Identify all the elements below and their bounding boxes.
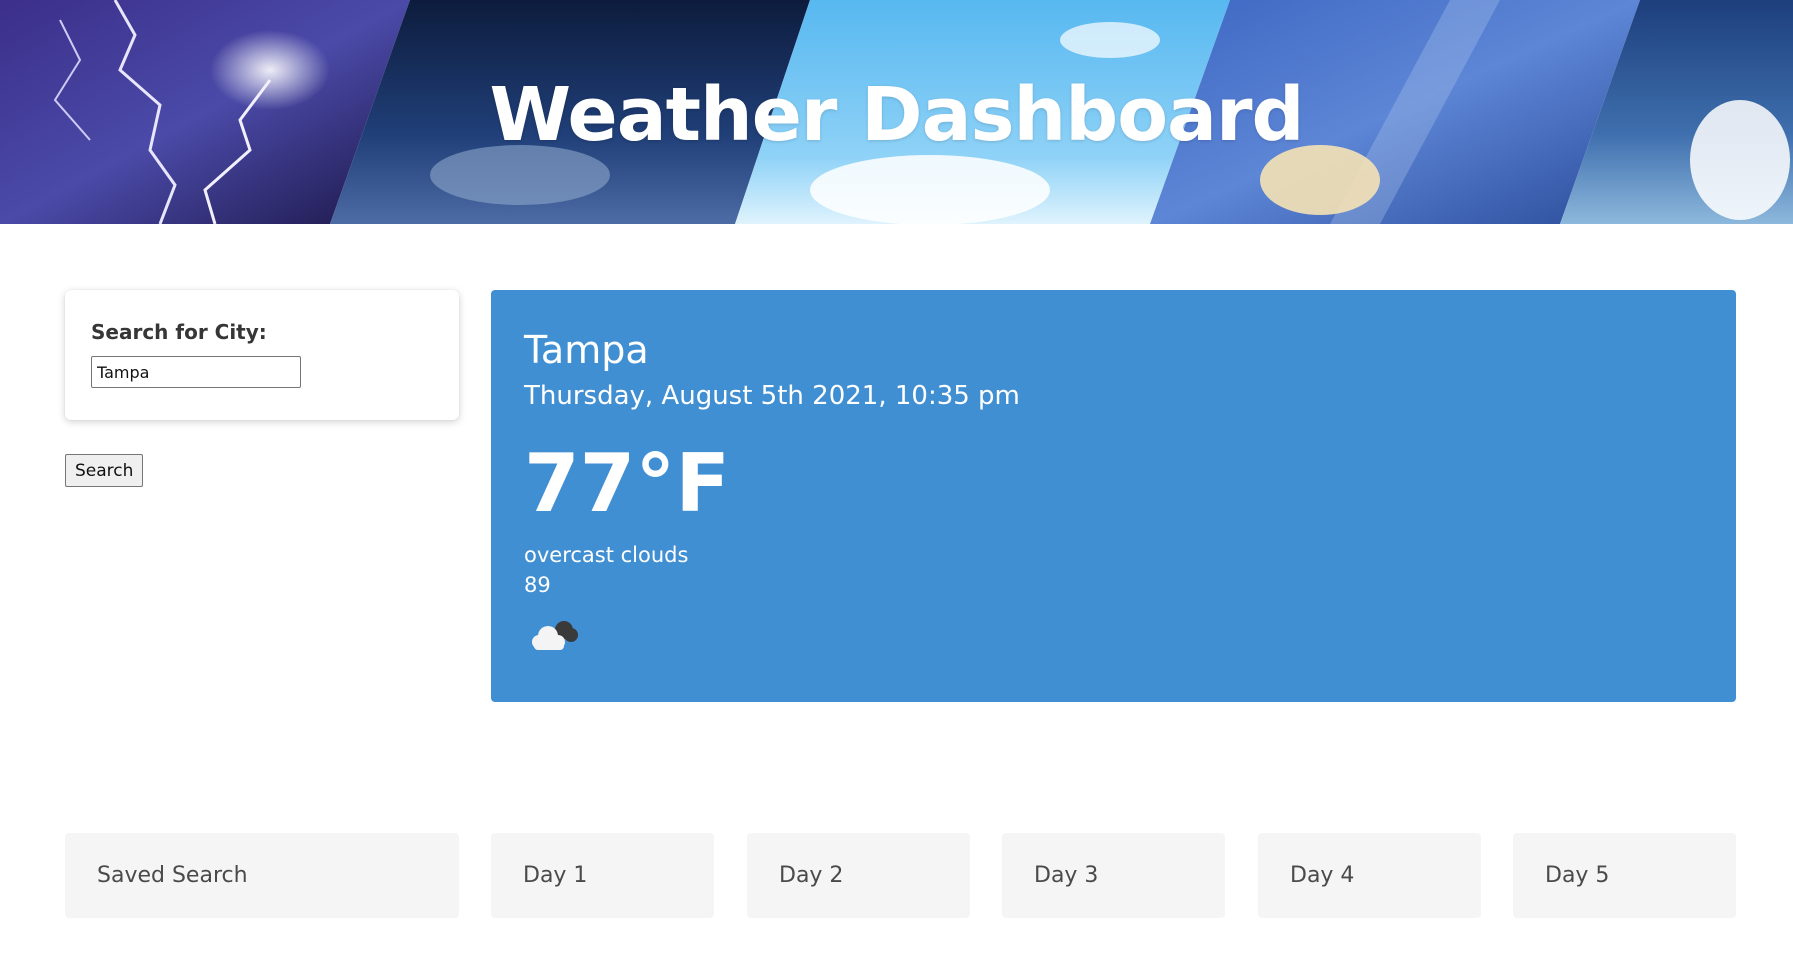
page-title: Weather Dashboard xyxy=(489,72,1305,158)
forecast-day-5: Day 5 xyxy=(1513,833,1736,918)
hero-banner: Weather Dashboard xyxy=(0,0,1793,224)
forecast-day-3: Day 3 xyxy=(1002,833,1225,918)
city-name: Tampa xyxy=(524,328,649,372)
city-search-input[interactable] xyxy=(91,356,301,388)
forecast-day-2: Day 2 xyxy=(747,833,970,918)
current-datetime: Thursday, August 5th 2021, 10:35 pm xyxy=(524,381,1020,411)
search-button[interactable]: Search xyxy=(65,454,144,487)
search-card: Search for City: xyxy=(65,290,459,420)
current-temperature: 77°F xyxy=(524,437,730,530)
saved-search-box[interactable]: Saved Search xyxy=(65,833,459,918)
weather-description: overcast clouds xyxy=(524,543,689,567)
search-label: Search for City: xyxy=(91,320,267,344)
overcast-clouds-icon xyxy=(532,621,578,650)
weather-humidity: 89 xyxy=(524,573,551,597)
current-weather-panel: Tampa Thursday, August 5th 2021, 10:35 p… xyxy=(491,290,1736,702)
forecast-day-4: Day 4 xyxy=(1258,833,1481,918)
forecast-day-1: Day 1 xyxy=(491,833,714,918)
